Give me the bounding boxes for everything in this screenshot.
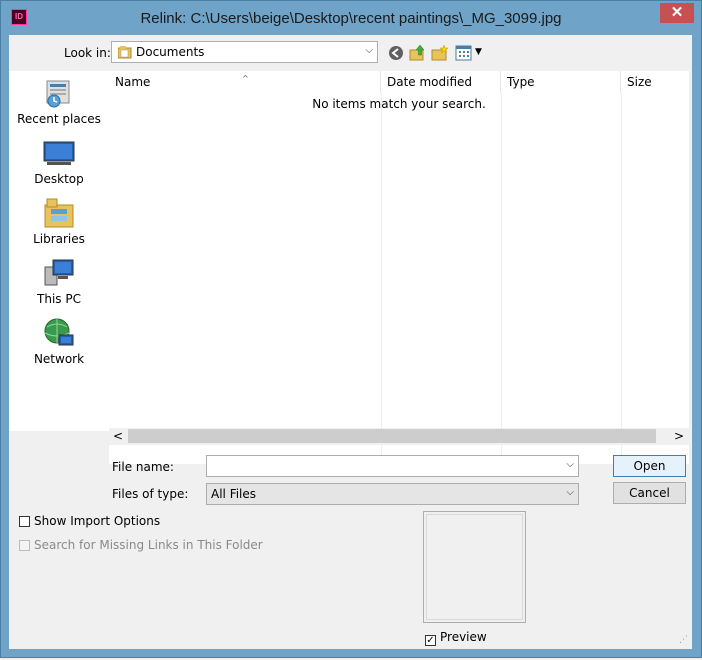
file-name-input[interactable] — [211, 459, 551, 473]
place-libraries[interactable]: Libraries — [9, 197, 109, 246]
search-missing-links-label: Search for Missing Links in This Folder — [34, 538, 263, 552]
view-menu-icon[interactable] — [455, 44, 473, 62]
place-label: Network — [33, 352, 85, 366]
place-desktop[interactable]: Desktop — [9, 137, 109, 186]
place-label: Libraries — [33, 232, 85, 246]
show-import-options-label: Show Import Options — [34, 514, 161, 528]
libraries-icon — [44, 198, 74, 228]
chevron-down-icon[interactable]: ⌵ — [365, 45, 373, 56]
files-of-type-value: All Files — [211, 487, 257, 501]
look-in-combobox[interactable]: Documents ⌵ — [111, 41, 378, 63]
place-label: Recent places — [17, 112, 101, 126]
resize-grip-icon[interactable]: ⋰ — [679, 635, 688, 645]
places-bar: Recent places Desktop Libraries This PC … — [9, 71, 109, 431]
place-network[interactable]: Network — [9, 317, 109, 366]
scroll-right-icon[interactable]: > — [674, 428, 684, 445]
title-bar[interactable]: ID Relink: C:\Users\beige\Desktop\recent… — [1, 1, 701, 35]
look-in-label: Look in: — [64, 46, 111, 60]
scrollbar-thumb[interactable] — [128, 429, 656, 443]
up-folder-icon[interactable] — [409, 44, 427, 62]
preview-label: Preview — [440, 630, 487, 644]
file-list-view[interactable]: Name ^ Date modified Type Size No items … — [109, 71, 689, 464]
preview-pane — [423, 511, 526, 623]
preview-checkbox[interactable]: ✓ — [425, 635, 436, 646]
column-divider — [501, 93, 502, 464]
cancel-button[interactable]: Cancel — [613, 482, 686, 504]
sort-ascending-icon: ^ — [242, 74, 249, 83]
network-icon — [44, 318, 74, 346]
column-header-name[interactable]: Name ^ — [109, 71, 381, 93]
dialog-body: Look in: Documents ⌵ ▼ Recent places Des… — [9, 35, 692, 649]
files-of-type-label: Files of type: — [112, 487, 189, 501]
look-in-value: Documents — [136, 45, 205, 59]
chevron-down-icon[interactable]: ⌵ — [566, 459, 574, 470]
back-arrow-icon[interactable] — [387, 44, 405, 62]
show-import-options-checkbox[interactable] — [19, 516, 30, 527]
place-this-pc[interactable]: This PC — [9, 257, 109, 306]
documents-folder-icon — [118, 46, 132, 59]
preview-option[interactable]: ✓ Preview — [425, 630, 487, 646]
this-pc-icon — [44, 259, 74, 286]
place-label: Desktop — [34, 172, 84, 186]
place-label: This PC — [37, 292, 81, 306]
window-title: Relink: C:\Users\beige\Desktop\recent pa… — [140, 10, 562, 27]
new-folder-icon[interactable] — [431, 44, 449, 62]
scroll-left-icon[interactable]: < — [113, 428, 123, 445]
open-button[interactable]: Open — [613, 455, 686, 477]
column-header-size[interactable]: Size — [621, 71, 689, 93]
recent-places-icon — [46, 80, 70, 108]
show-import-options-option[interactable]: Show Import Options — [19, 514, 160, 528]
empty-list-message: No items match your search. — [312, 97, 486, 111]
chevron-down-icon[interactable]: ⌵ — [566, 487, 574, 498]
desktop-icon — [43, 141, 75, 165]
column-divider — [621, 93, 622, 464]
view-menu-arrow-icon[interactable]: ▼ — [475, 47, 482, 57]
file-name-label: File name: — [112, 460, 174, 474]
column-header-date-modified[interactable]: Date modified — [381, 71, 501, 93]
file-name-combobox[interactable]: ⌵ — [206, 455, 579, 477]
column-header-type[interactable]: Type — [501, 71, 621, 93]
files-of-type-select[interactable]: All Files ⌵ — [206, 483, 579, 505]
close-button[interactable]: ✕ — [660, 3, 694, 23]
relink-dialog-window: ID Relink: C:\Users\beige\Desktop\recent… — [0, 0, 702, 658]
horizontal-scrollbar[interactable]: < > — [109, 428, 689, 445]
column-divider — [381, 93, 382, 464]
place-recent-places[interactable]: Recent places — [9, 77, 109, 126]
search-missing-links-option: Search for Missing Links in This Folder — [19, 538, 263, 552]
search-missing-links-checkbox — [19, 540, 30, 551]
